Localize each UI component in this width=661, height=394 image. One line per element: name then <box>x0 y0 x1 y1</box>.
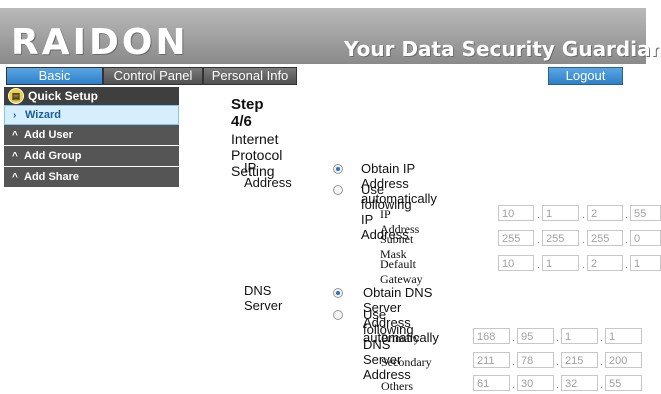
dns-server-label: DNS Server <box>244 283 283 313</box>
primary-dns-label: Primary <box>381 331 420 345</box>
sidebar-item-add-user[interactable]: ^ Add User <box>4 125 179 146</box>
primary-octet-2[interactable]: 95 <box>517 328 554 344</box>
brand-tagline: Your Data Security Guardian. <box>344 37 661 61</box>
raidon-logo: RAIDON <box>11 22 189 63</box>
subnet-octet-2[interactable]: 255 <box>542 230 579 246</box>
tab-basic[interactable]: Basic <box>6 67 103 85</box>
others-octet-4[interactable]: 55 <box>605 375 642 391</box>
logout-button[interactable]: Logout <box>548 67 623 85</box>
octet-separator: . <box>512 356 516 368</box>
subnet-octet-3[interactable]: 255 <box>587 230 623 246</box>
octet-separator: . <box>537 209 541 221</box>
subnet-octet-4[interactable]: 0 <box>630 230 661 246</box>
tab-control-panel[interactable]: Control Panel <box>103 67 203 85</box>
gateway-octet-3[interactable]: 2 <box>587 255 623 271</box>
dns-manual-radio[interactable] <box>333 310 343 320</box>
primary-octet-1[interactable]: 168 <box>473 328 510 344</box>
tab-personal-info[interactable]: Personal Info <box>203 67 297 85</box>
octet-separator: . <box>600 379 604 391</box>
others-octet-3[interactable]: 32 <box>561 375 598 391</box>
chevron-up-icon: ^ <box>12 130 18 141</box>
octet-separator: . <box>556 332 560 344</box>
step-title: Step 4/6 <box>231 96 264 130</box>
others-octet-2[interactable]: 30 <box>517 375 554 391</box>
primary-octet-3[interactable]: 1 <box>561 328 598 344</box>
ip-octet-4[interactable]: 55 <box>630 205 661 221</box>
ip-octet-2[interactable]: 1 <box>542 205 579 221</box>
octet-separator: . <box>600 356 604 368</box>
octet-separator: . <box>600 332 604 344</box>
gateway-octet-2[interactable]: 1 <box>542 255 579 271</box>
others-octet-1[interactable]: 61 <box>473 375 510 391</box>
sidebar-item-wizard[interactable]: › Wizard <box>4 105 179 125</box>
ip-octet-1[interactable]: 10 <box>498 205 534 221</box>
subnet-octet-1[interactable]: 255 <box>498 230 534 246</box>
octet-separator: . <box>556 379 560 391</box>
sidebar-item-label: Add User <box>24 129 73 141</box>
gateway-field-label: Default Gateway <box>380 257 423 286</box>
ip-address-label: IP Address <box>244 160 292 190</box>
secondary-octet-3[interactable]: 215 <box>561 352 598 368</box>
header-banner: RAIDON Your Data Security Guardian. <box>0 8 661 64</box>
quick-setup-icon: ▤ <box>8 88 24 104</box>
sidebar-item-label: Add Share <box>24 171 80 183</box>
octet-separator: . <box>537 259 541 271</box>
primary-octet-4[interactable]: 1 <box>605 328 642 344</box>
gateway-octet-4[interactable]: 1 <box>630 255 661 271</box>
sidebar-header: ▤ Quick Setup <box>4 87 179 105</box>
sidebar-item-label: Wizard <box>25 109 61 121</box>
octet-separator: . <box>556 356 560 368</box>
octet-separator: . <box>537 234 541 246</box>
chevron-up-icon: ^ <box>12 151 18 162</box>
secondary-octet-2[interactable]: 78 <box>517 352 554 368</box>
ip-auto-radio[interactable] <box>333 164 343 174</box>
secondary-octet-1[interactable]: 211 <box>473 352 510 368</box>
chevron-up-icon: ^ <box>12 172 18 183</box>
gateway-octet-1[interactable]: 10 <box>498 255 534 271</box>
octet-separator: . <box>582 209 586 221</box>
octet-separator: . <box>625 234 629 246</box>
octet-separator: . <box>625 259 629 271</box>
secondary-dns-label: Secondary <box>381 355 432 369</box>
octet-separator: . <box>582 234 586 246</box>
others-dns-label: Others <box>381 379 413 393</box>
dns-auto-radio[interactable] <box>333 288 343 298</box>
sidebar-item-add-group[interactable]: ^ Add Group <box>4 146 179 167</box>
octet-separator: . <box>512 379 516 391</box>
sidebar: ▤ Quick Setup › Wizard ^ Add User ^ Add Gro… <box>4 87 179 188</box>
octet-separator: . <box>582 259 586 271</box>
sidebar-item-label: Add Group <box>24 150 82 162</box>
sidebar-header-label: Quick Setup <box>28 89 99 103</box>
ip-manual-radio[interactable] <box>333 185 343 195</box>
ip-octet-3[interactable]: 2 <box>587 205 623 221</box>
sidebar-item-add-share[interactable]: ^ Add Share <box>4 167 179 188</box>
octet-separator: . <box>625 209 629 221</box>
octet-separator: . <box>512 332 516 344</box>
secondary-octet-4[interactable]: 200 <box>605 352 642 368</box>
chevron-right-icon: › <box>13 110 17 121</box>
